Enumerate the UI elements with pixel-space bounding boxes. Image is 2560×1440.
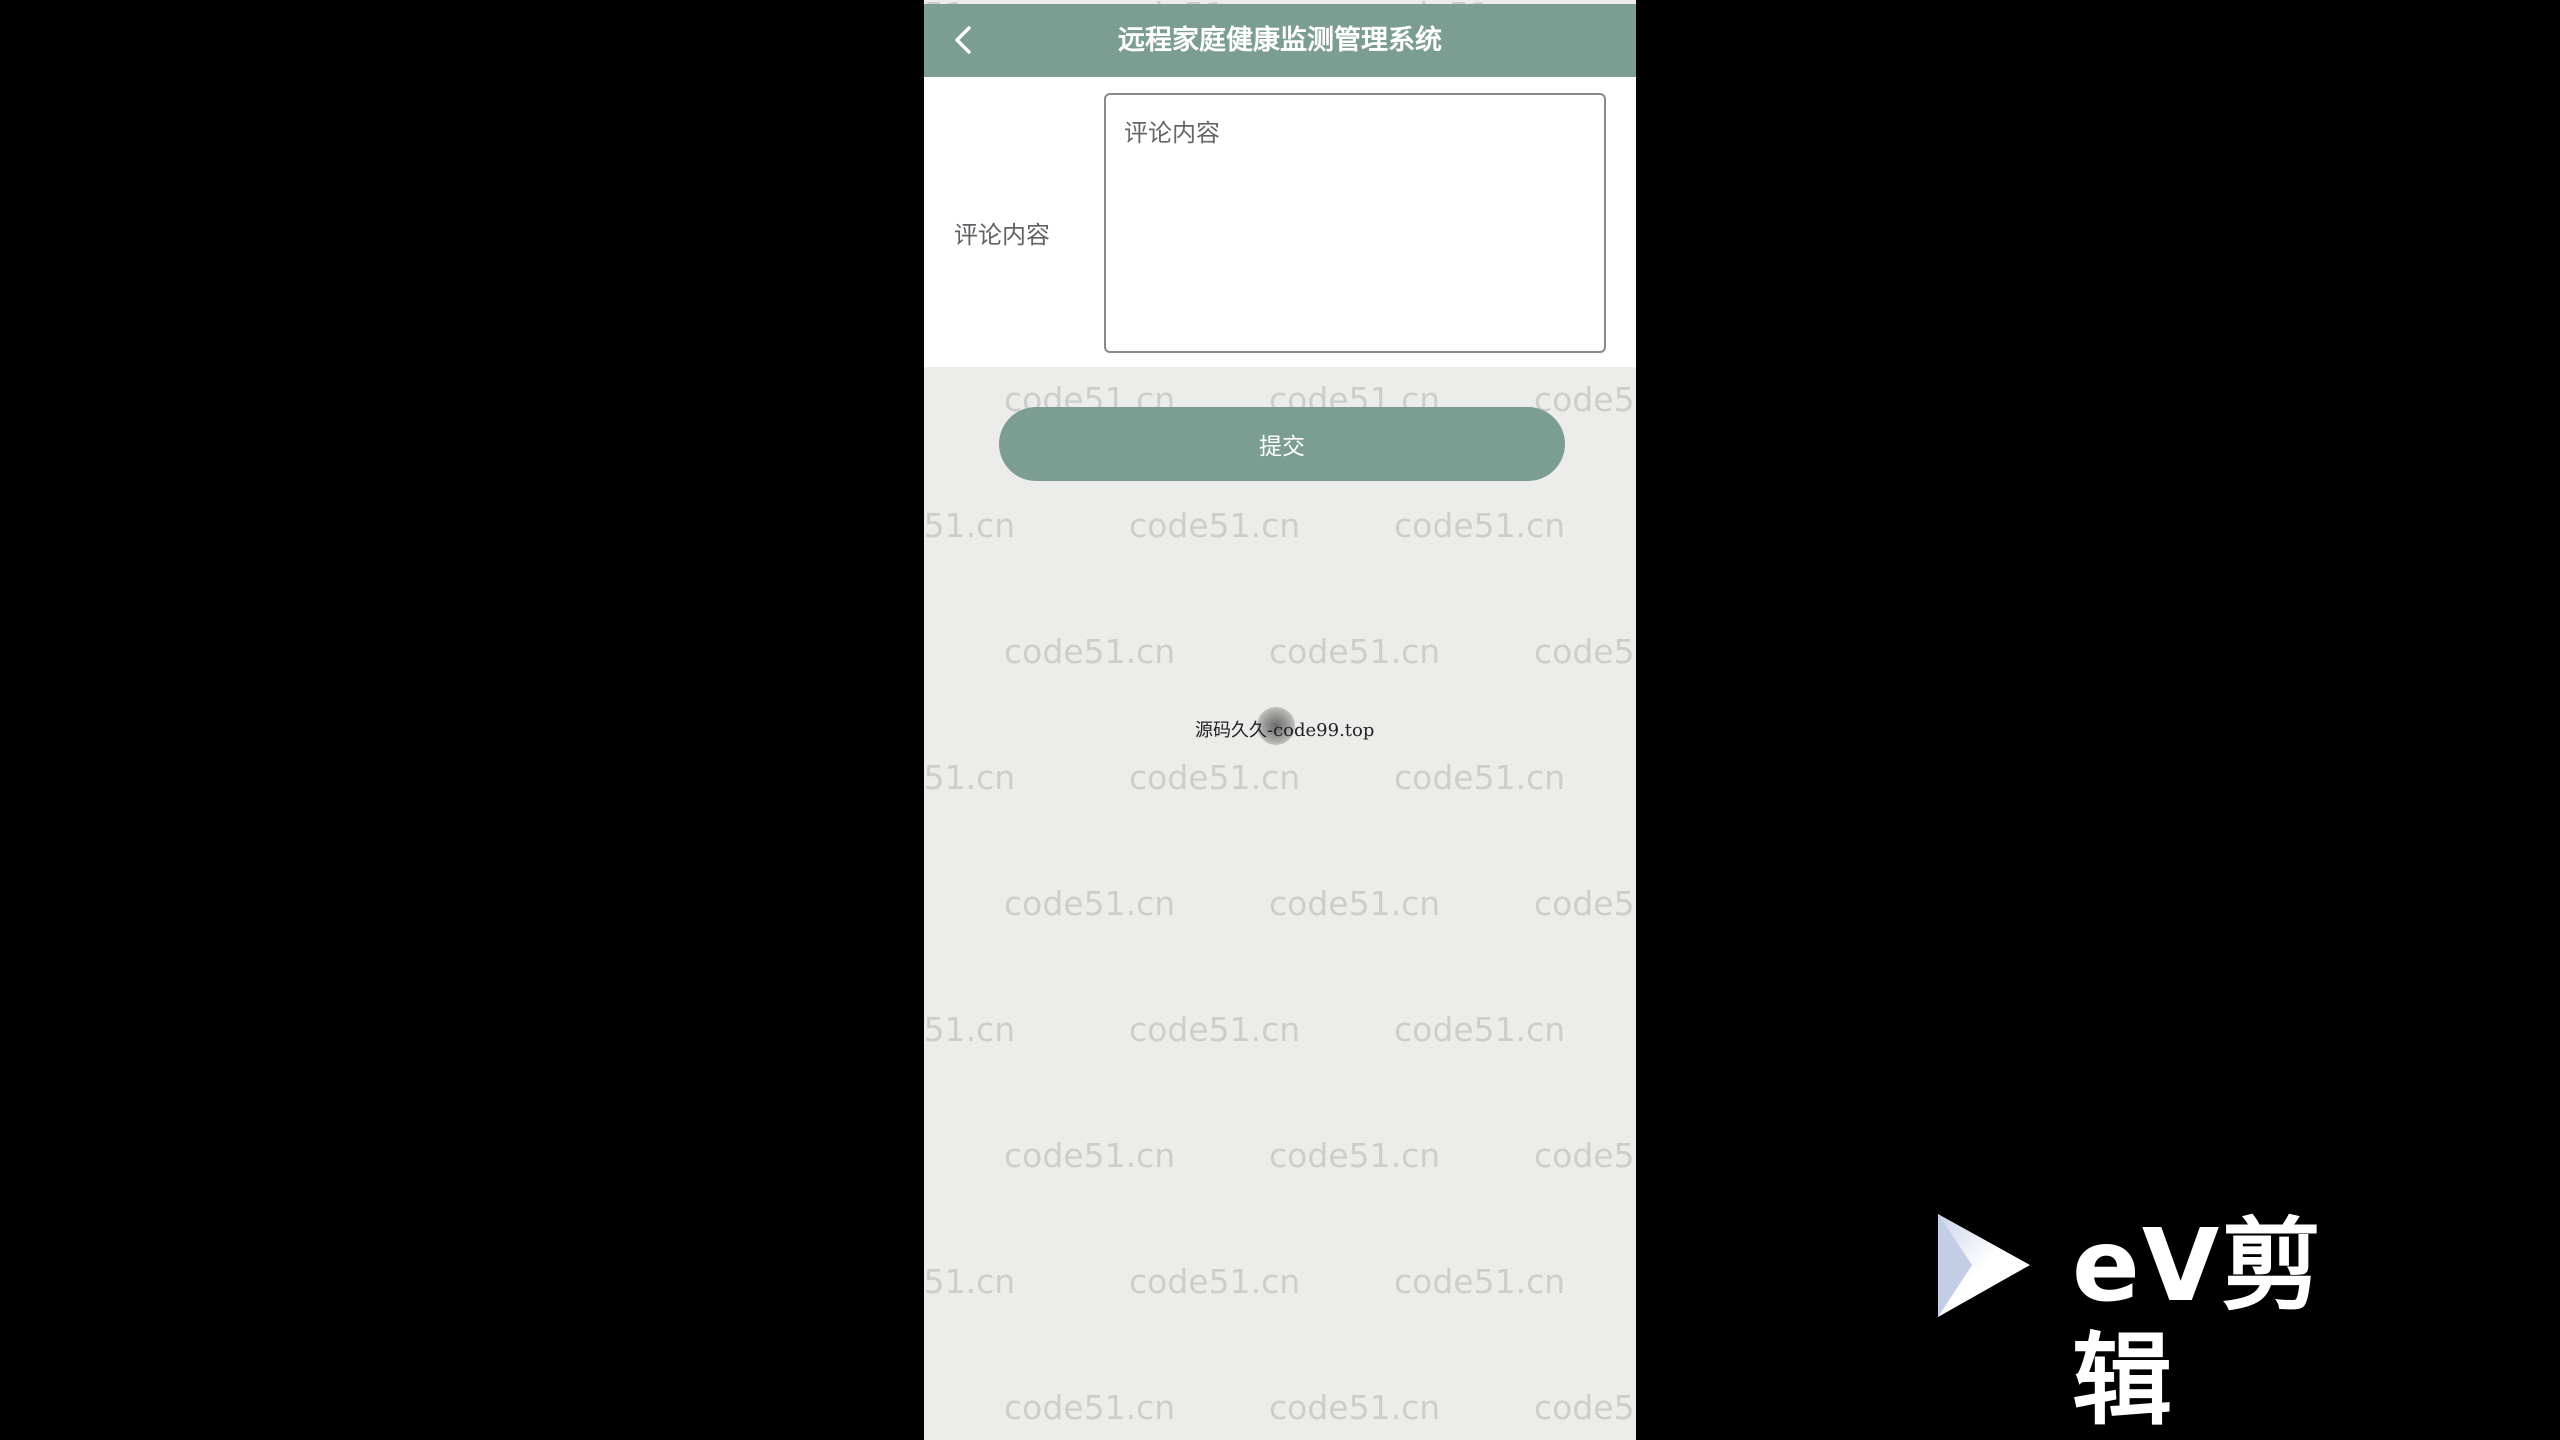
watermark-text: code51.cn bbox=[1394, 758, 1566, 797]
page-title: 远程家庭健康监测管理系统 bbox=[1118, 25, 1442, 56]
watermark-text: code51.cn bbox=[1269, 1388, 1441, 1427]
watermark-text: code51.cn bbox=[924, 1010, 1016, 1049]
watermark-text: code51.cn bbox=[1004, 1136, 1176, 1175]
comment-form: 评论内容 bbox=[924, 77, 1636, 367]
watermark-text: code51.cn bbox=[924, 758, 1016, 797]
watermark-text: code51.cn bbox=[1129, 1262, 1301, 1301]
watermark-text: code51.cn bbox=[1004, 632, 1176, 671]
phone-screen: code51.cn code51.cn code51.cn code51.cn code… bbox=[924, 0, 1636, 1440]
top-nav-bar: 远程家庭健康监测管理系统 bbox=[924, 4, 1636, 77]
comment-label: 评论内容 bbox=[954, 221, 1050, 249]
watermark-text: code51.cn bbox=[924, 506, 1016, 545]
watermark-text: code51.cn bbox=[1129, 1010, 1301, 1049]
source-caption: 源码久久-code99.top bbox=[1195, 720, 1375, 741]
watermark-text: code51.cn bbox=[1129, 758, 1301, 797]
watermark-text: code51.cn bbox=[1534, 884, 1636, 923]
watermark-text: code51.cn bbox=[1534, 1136, 1636, 1175]
watermark-text: code51.cn bbox=[1534, 632, 1636, 671]
watermark-text: code51.cn bbox=[1394, 1010, 1566, 1049]
watermark-text: code51.cn bbox=[924, 1262, 1016, 1301]
ev-logo: eV剪辑 bbox=[1932, 1207, 2422, 1439]
watermark-text: code51.cn bbox=[1004, 884, 1176, 923]
watermark-text: code51.cn bbox=[1394, 1262, 1566, 1301]
watermark-text: code51.cn bbox=[1004, 1388, 1176, 1427]
play-icon bbox=[1938, 1214, 2030, 1317]
submit-button[interactable]: 提交 bbox=[999, 407, 1565, 481]
watermark-text: code51.cn bbox=[1269, 632, 1441, 671]
watermark-text: code51.cn bbox=[1394, 506, 1566, 545]
comment-textarea[interactable] bbox=[1104, 93, 1606, 353]
watermark-text: code51.cn bbox=[1129, 506, 1301, 545]
brand-name: eV剪辑 bbox=[2072, 1207, 2324, 1439]
watermark-text: code51.cn bbox=[1534, 1388, 1636, 1427]
watermark-text: code51.cn bbox=[1269, 1136, 1441, 1175]
watermark-text: code51.cn bbox=[1269, 884, 1441, 923]
